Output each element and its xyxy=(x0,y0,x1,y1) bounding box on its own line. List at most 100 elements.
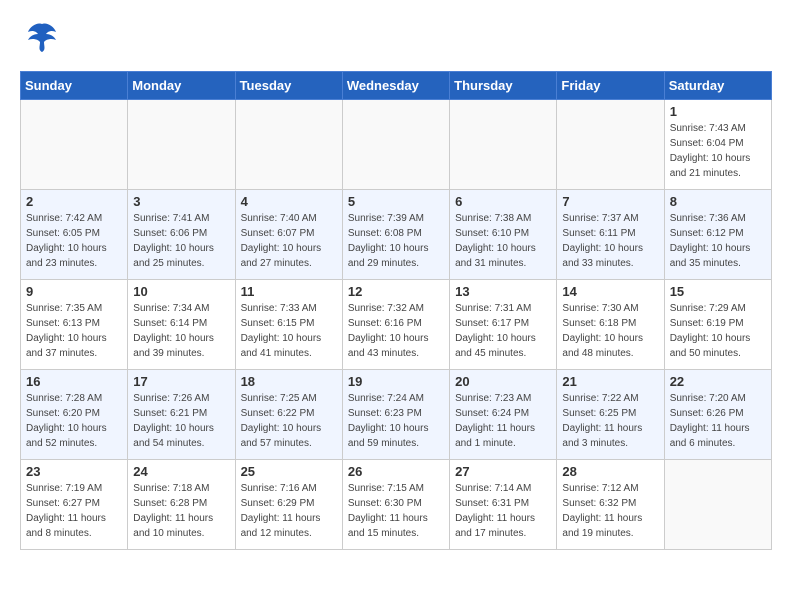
calendar-header-row: SundayMondayTuesdayWednesdayThursdayFrid… xyxy=(21,72,772,100)
column-header-wednesday: Wednesday xyxy=(342,72,449,100)
day-number: 25 xyxy=(241,464,337,479)
day-cell-4: 4 Sunrise: 7:40 AMSunset: 6:07 PMDaylight… xyxy=(235,190,342,280)
week-row-2: 2 Sunrise: 7:42 AMSunset: 6:05 PMDaylight… xyxy=(21,190,772,280)
day-cell-26: 26Sunrise: 7:15 AMSunset: 6:30 PMDayligh… xyxy=(342,460,449,550)
day-cell-7: 7 Sunrise: 7:37 AMSunset: 6:11 PMDaylight… xyxy=(557,190,664,280)
day-info: Sunrise: 7:22 AMSunset: 6:25 PMDaylight:… xyxy=(562,391,658,451)
day-number: 15 xyxy=(670,284,766,299)
day-info: Sunrise: 7:42 AMSunset: 6:05 PMDaylight:… xyxy=(26,211,122,271)
empty-cell xyxy=(342,100,449,190)
day-cell-2: 2 Sunrise: 7:42 AMSunset: 6:05 PMDaylight… xyxy=(21,190,128,280)
day-number: 2 xyxy=(26,194,122,209)
day-number: 14 xyxy=(562,284,658,299)
day-cell-25: 25 Sunrise: 7:16 AMSunset: 6:29 PMDayligh… xyxy=(235,460,342,550)
day-cell-6: 6 Sunrise: 7:38 AMSunset: 6:10 PMDaylight… xyxy=(450,190,557,280)
day-info: Sunrise: 7:15 AMSunset: 6:30 PMDaylight:… xyxy=(348,481,444,541)
week-row-4: 16 Sunrise: 7:28 AMSunset: 6:20 PMDayligh… xyxy=(21,370,772,460)
day-cell-21: 21 Sunrise: 7:22 AMSunset: 6:25 PMDayligh… xyxy=(557,370,664,460)
empty-cell xyxy=(235,100,342,190)
day-info: Sunrise: 7:14 AMSunset: 6:31 PMDaylight:… xyxy=(455,481,551,541)
column-header-friday: Friday xyxy=(557,72,664,100)
day-info: Sunrise: 7:38 AMSunset: 6:10 PMDaylight:… xyxy=(455,211,551,271)
day-info: Sunrise: 7:28 AMSunset: 6:20 PMDaylight:… xyxy=(26,391,122,451)
logo xyxy=(20,20,60,61)
day-cell-9: 9Sunrise: 7:35 AMSunset: 6:13 PMDaylight… xyxy=(21,280,128,370)
day-info: Sunrise: 7:43 AMSunset: 6:04 PMDaylight:… xyxy=(670,121,766,181)
day-info: Sunrise: 7:19 AMSunset: 6:27 PMDaylight:… xyxy=(26,481,122,541)
day-number: 18 xyxy=(241,374,337,389)
day-number: 19 xyxy=(348,374,444,389)
day-cell-19: 19 Sunrise: 7:24 AMSunset: 6:23 PMDayligh… xyxy=(342,370,449,460)
day-cell-15: 15 Sunrise: 7:29 AMSunset: 6:19 PMDayligh… xyxy=(664,280,771,370)
day-cell-23: 23 Sunrise: 7:19 AMSunset: 6:27 PMDayligh… xyxy=(21,460,128,550)
week-row-1: 1 Sunrise: 7:43 AMSunset: 6:04 PMDaylight… xyxy=(21,100,772,190)
day-info: Sunrise: 7:40 AMSunset: 6:07 PMDaylight:… xyxy=(241,211,337,271)
day-info: Sunrise: 7:36 AMSunset: 6:12 PMDaylight:… xyxy=(670,211,766,271)
day-info: Sunrise: 7:34 AMSunset: 6:14 PMDaylight:… xyxy=(133,301,229,361)
day-number: 7 xyxy=(562,194,658,209)
day-number: 12 xyxy=(348,284,444,299)
day-info: Sunrise: 7:12 AMSunset: 6:32 PMDaylight:… xyxy=(562,481,658,541)
calendar-table: SundayMondayTuesdayWednesdayThursdayFrid… xyxy=(20,71,772,550)
day-cell-11: 11 Sunrise: 7:33 AMSunset: 6:15 PMDayligh… xyxy=(235,280,342,370)
day-cell-12: 12 Sunrise: 7:32 AMSunset: 6:16 PMDayligh… xyxy=(342,280,449,370)
day-info: Sunrise: 7:41 AMSunset: 6:06 PMDaylight:… xyxy=(133,211,229,271)
day-info: Sunrise: 7:25 AMSunset: 6:22 PMDaylight:… xyxy=(241,391,337,451)
day-cell-1: 1 Sunrise: 7:43 AMSunset: 6:04 PMDaylight… xyxy=(664,100,771,190)
day-info: Sunrise: 7:30 AMSunset: 6:18 PMDaylight:… xyxy=(562,301,658,361)
day-number: 10 xyxy=(133,284,229,299)
day-cell-16: 16 Sunrise: 7:28 AMSunset: 6:20 PMDayligh… xyxy=(21,370,128,460)
day-cell-17: 17 Sunrise: 7:26 AMSunset: 6:21 PMDayligh… xyxy=(128,370,235,460)
day-number: 21 xyxy=(562,374,658,389)
day-cell-13: 13Sunrise: 7:31 AMSunset: 6:17 PMDayligh… xyxy=(450,280,557,370)
column-header-monday: Monday xyxy=(128,72,235,100)
day-cell-18: 18 Sunrise: 7:25 AMSunset: 6:22 PMDayligh… xyxy=(235,370,342,460)
day-number: 20 xyxy=(455,374,551,389)
logo-bird-icon xyxy=(24,20,60,61)
column-header-sunday: Sunday xyxy=(21,72,128,100)
day-number: 5 xyxy=(348,194,444,209)
empty-cell xyxy=(450,100,557,190)
day-number: 11 xyxy=(241,284,337,299)
day-number: 24 xyxy=(133,464,229,479)
day-number: 8 xyxy=(670,194,766,209)
day-info: Sunrise: 7:29 AMSunset: 6:19 PMDaylight:… xyxy=(670,301,766,361)
day-info: Sunrise: 7:35 AMSunset: 6:13 PMDaylight:… xyxy=(26,301,122,361)
day-cell-10: 10 Sunrise: 7:34 AMSunset: 6:14 PMDayligh… xyxy=(128,280,235,370)
empty-cell xyxy=(21,100,128,190)
day-number: 6 xyxy=(455,194,551,209)
day-cell-14: 14 Sunrise: 7:30 AMSunset: 6:18 PMDayligh… xyxy=(557,280,664,370)
day-number: 1 xyxy=(670,104,766,119)
day-info: Sunrise: 7:23 AMSunset: 6:24 PMDaylight:… xyxy=(455,391,551,451)
column-header-thursday: Thursday xyxy=(450,72,557,100)
day-number: 23 xyxy=(26,464,122,479)
day-cell-3: 3Sunrise: 7:41 AMSunset: 6:06 PMDaylight… xyxy=(128,190,235,280)
day-info: Sunrise: 7:33 AMSunset: 6:15 PMDaylight:… xyxy=(241,301,337,361)
day-number: 17 xyxy=(133,374,229,389)
empty-cell xyxy=(128,100,235,190)
column-header-saturday: Saturday xyxy=(664,72,771,100)
day-number: 13 xyxy=(455,284,551,299)
day-number: 4 xyxy=(241,194,337,209)
day-info: Sunrise: 7:32 AMSunset: 6:16 PMDaylight:… xyxy=(348,301,444,361)
day-number: 22 xyxy=(670,374,766,389)
column-header-tuesday: Tuesday xyxy=(235,72,342,100)
day-info: Sunrise: 7:37 AMSunset: 6:11 PMDaylight:… xyxy=(562,211,658,271)
day-number: 16 xyxy=(26,374,122,389)
day-cell-22: 22 Sunrise: 7:20 AMSunset: 6:26 PMDayligh… xyxy=(664,370,771,460)
day-info: Sunrise: 7:20 AMSunset: 6:26 PMDaylight:… xyxy=(670,391,766,451)
day-cell-20: 20 Sunrise: 7:23 AMSunset: 6:24 PMDayligh… xyxy=(450,370,557,460)
page-header xyxy=(20,20,772,61)
day-number: 27 xyxy=(455,464,551,479)
day-number: 28 xyxy=(562,464,658,479)
day-info: Sunrise: 7:16 AMSunset: 6:29 PMDaylight:… xyxy=(241,481,337,541)
day-info: Sunrise: 7:24 AMSunset: 6:23 PMDaylight:… xyxy=(348,391,444,451)
day-cell-27: 27 Sunrise: 7:14 AMSunset: 6:31 PMDayligh… xyxy=(450,460,557,550)
day-cell-24: 24Sunrise: 7:18 AMSunset: 6:28 PMDayligh… xyxy=(128,460,235,550)
day-info: Sunrise: 7:39 AMSunset: 6:08 PMDaylight:… xyxy=(348,211,444,271)
day-cell-5: 5 Sunrise: 7:39 AMSunset: 6:08 PMDaylight… xyxy=(342,190,449,280)
week-row-3: 9Sunrise: 7:35 AMSunset: 6:13 PMDaylight… xyxy=(21,280,772,370)
empty-cell xyxy=(557,100,664,190)
day-info: Sunrise: 7:26 AMSunset: 6:21 PMDaylight:… xyxy=(133,391,229,451)
day-cell-28: 28 Sunrise: 7:12 AMSunset: 6:32 PMDayligh… xyxy=(557,460,664,550)
